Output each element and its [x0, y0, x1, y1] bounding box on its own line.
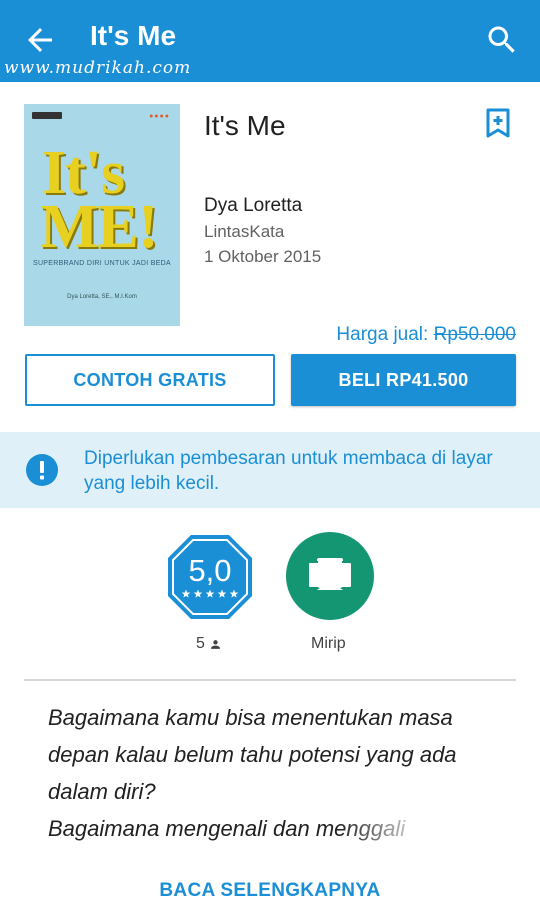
- cards-icon: [307, 556, 353, 592]
- similar-button[interactable]: [286, 532, 374, 620]
- read-more-button[interactable]: BACA SELENGKAPNYA: [0, 880, 540, 902]
- description-line: Bagaimana kamu bisa menentukan masa: [48, 705, 453, 730]
- book-publisher: LintasKata: [204, 222, 285, 241]
- cover-title-line2: ME!: [40, 193, 159, 261]
- price-label: Harga jual: Rp50.000: [336, 324, 516, 346]
- description-line: dalam diri?: [48, 779, 156, 804]
- divider: [24, 679, 516, 681]
- book-title: It's Me: [204, 110, 286, 141]
- price-prefix: Harga jual:: [336, 324, 429, 345]
- zoom-notice: Diperlukan pembesaran untuk membaca di l…: [0, 432, 540, 508]
- watermark: www.mudrikah.com: [4, 58, 192, 78]
- buy-button[interactable]: BELI RP41.500: [291, 354, 516, 406]
- app-bar-title: It's Me: [90, 20, 177, 51]
- bookmark-add-icon[interactable]: [485, 108, 511, 138]
- notice-text: Diperlukan pembesaran untuk membaca di l…: [84, 448, 493, 494]
- cover-author: Dya Loretta, SE., M.I.Kom: [67, 294, 137, 300]
- rating-badge[interactable]: 5,0: [165, 532, 255, 622]
- book-author[interactable]: Dya Loretta: [204, 195, 302, 217]
- info-icon: [26, 454, 58, 486]
- search-icon[interactable]: [484, 22, 520, 58]
- publisher-logo: [32, 112, 62, 119]
- description-line: depan kalau belum tahu potensi yang ada: [48, 742, 457, 767]
- cover-subtitle: SUPERBRAND DIRI UNTUK JADI BEDA: [32, 260, 172, 267]
- person-icon: [211, 639, 220, 649]
- original-price: Rp50.000: [433, 324, 516, 345]
- back-arrow-icon[interactable]: [22, 22, 58, 58]
- app-bar: It's Me www.mudrikah.com: [0, 0, 540, 82]
- cover-badge: ●●●●: [149, 113, 170, 120]
- text-fade: [340, 806, 450, 846]
- rating-count-value: 5: [196, 635, 205, 652]
- rating-value: 5,0: [188, 553, 231, 588]
- free-sample-button[interactable]: CONTOH GRATIS: [25, 354, 275, 406]
- rating-count: 5: [196, 635, 222, 653]
- book-cover[interactable]: ●●●● It's ME! SUPERBRAND DIRI UNTUK JADI…: [24, 104, 180, 326]
- similar-label: Mirip: [311, 635, 346, 652]
- book-date: 1 Oktober 2015: [204, 247, 322, 266]
